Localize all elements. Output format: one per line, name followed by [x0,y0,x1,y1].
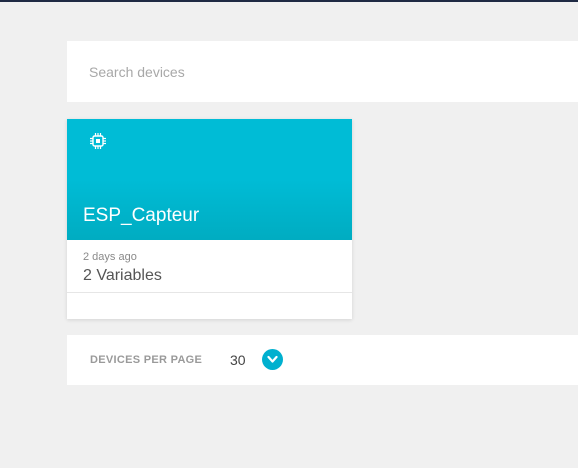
devices-per-page-label: DEVICES PER PAGE [90,354,203,366]
pagination-panel: DEVICES PER PAGE 30 [67,335,578,385]
top-bar [0,0,578,2]
device-card-header: ESP_Capteur [67,119,352,240]
devices-per-page-value: 30 [230,352,246,368]
device-variable-count: 2 Variables [83,267,162,284]
card-divider [67,292,352,293]
chip-icon [88,131,108,151]
search-input[interactable] [89,61,549,83]
device-name[interactable]: ESP_Capteur [83,205,199,227]
search-panel [67,41,578,102]
device-last-activity: 2 days ago [83,251,137,263]
devices-per-page-toggle[interactable] [262,349,283,370]
device-card[interactable]: ESP_Capteur 2 days ago 2 Variables [67,119,352,319]
